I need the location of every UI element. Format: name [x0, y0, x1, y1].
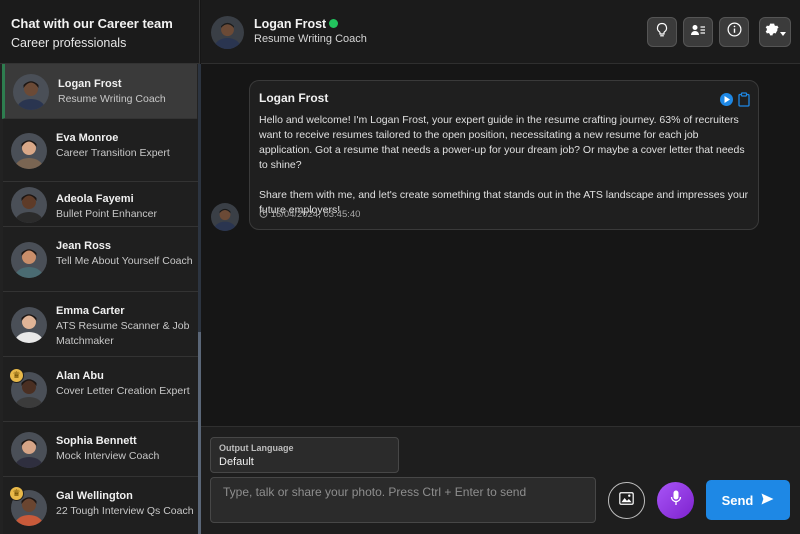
message-text: Hello and welcome! I'm Logan Frost, your…: [259, 113, 751, 218]
coach-list-item[interactable]: Jean Ross Tell Me About Yourself Coach: [3, 227, 198, 292]
info-icon: [727, 22, 742, 42]
chevron-down-icon: [780, 23, 786, 41]
coach-list-item[interactable]: Logan Frost Resume Writing Coach: [2, 64, 197, 119]
avatar: [11, 432, 47, 468]
sidebar-header: Chat with our Career team Career profess…: [0, 0, 199, 64]
chat-coach-role: Resume Writing Coach: [254, 33, 367, 45]
settings-menu-button[interactable]: [759, 17, 791, 47]
chat-header: Logan Frost Resume Writing Coach: [201, 0, 800, 64]
message-paragraph: Hello and welcome! I'm Logan Frost, your…: [259, 114, 745, 171]
coach-name: Sophia Bennett: [56, 435, 137, 447]
coach-name: Gal Wellington: [56, 490, 133, 502]
profile-button[interactable]: [683, 17, 713, 47]
clipboard-icon[interactable]: [738, 92, 750, 107]
coach-sidebar: Chat with our Career team Career profess…: [0, 0, 200, 534]
coach-list-item[interactable]: Adeola Fayemi Bullet Point Enhancer: [3, 182, 198, 227]
coach-role: Bullet Point Enhancer: [56, 208, 157, 220]
coach-name: Emma Carter: [56, 305, 125, 317]
message-bubble: Logan Frost Hello and welcome! I'm Logan…: [249, 80, 759, 230]
message-input[interactable]: [210, 477, 596, 523]
send-icon: [761, 492, 774, 508]
clock-icon: [259, 209, 268, 220]
coach-name: Adeola Fayemi: [56, 193, 134, 205]
crown-icon: ♛: [9, 368, 24, 383]
avatar: [11, 307, 47, 343]
avatar: [11, 187, 47, 223]
coach-role: ATS Resume Scanner & Job Matchmaker: [56, 320, 190, 347]
coach-list-item[interactable]: ♛ Alan Abu Cover Letter Creation Expert: [3, 357, 198, 422]
crown-icon: ♛: [9, 486, 24, 501]
timestamp-text: 16/04/2024, 03:45:40: [270, 209, 361, 220]
message-sender: Logan Frost: [259, 91, 329, 105]
coach-name: Jean Ross: [56, 240, 112, 252]
coach-role: Tell Me About Yourself Coach: [56, 255, 193, 267]
tips-button[interactable]: [647, 17, 677, 47]
coach-name: Eva Monroe: [56, 132, 119, 144]
coach-name: Alan Abu: [56, 370, 104, 382]
coach-role: Career Transition Expert: [56, 147, 170, 159]
output-language-value: Default: [219, 456, 254, 468]
lightbulb-icon: [655, 22, 669, 43]
coach-role: Resume Writing Coach: [58, 93, 166, 105]
microphone-icon: [670, 490, 682, 511]
sidebar-subtitle: Career professionals: [11, 36, 127, 50]
chat-coach-name: Logan Frost: [254, 17, 339, 31]
gear-icon: [764, 22, 779, 42]
avatar: [11, 133, 47, 169]
coach-list-item[interactable]: ♛ Gal Wellington 22 Tough Interview Qs Coa…: [3, 477, 198, 534]
output-language-label: Output Language: [219, 443, 294, 453]
coach-name: Logan Frost: [58, 78, 122, 90]
send-label: Send: [721, 492, 754, 508]
send-button[interactable]: Send: [706, 480, 790, 520]
coach-list-item[interactable]: Emma Carter ATS Resume Scanner & Job Matc…: [3, 292, 198, 357]
image-icon: [619, 491, 634, 510]
info-button[interactable]: [719, 17, 749, 47]
online-status-dot: [329, 19, 339, 28]
sidebar-title: Chat with our Career team: [11, 16, 173, 31]
avatar: [211, 16, 244, 49]
voice-input-button[interactable]: [657, 482, 694, 519]
message-timestamp: 16/04/2024, 03:45:40: [259, 209, 360, 220]
avatar: [13, 74, 49, 110]
composer: Output Language Default Send: [201, 426, 800, 534]
avatar: [211, 203, 239, 231]
coach-role: 22 Tough Interview Qs Coach: [56, 505, 194, 517]
coach-list-item[interactable]: Sophia Bennett Mock Interview Coach: [3, 422, 198, 477]
coach-list: Logan Frost Resume Writing Coach Eva Monro…: [0, 64, 198, 534]
coach-role: Cover Letter Creation Expert: [56, 385, 190, 397]
coach-role: Mock Interview Coach: [56, 450, 160, 462]
contact-card-icon: [690, 23, 706, 42]
coach-list-item[interactable]: Eva Monroe Career Transition Expert: [3, 119, 198, 182]
play-audio-icon[interactable]: [720, 93, 733, 106]
upload-image-button[interactable]: [608, 482, 645, 519]
avatar: [11, 242, 47, 278]
output-language-select[interactable]: Output Language Default: [210, 437, 399, 473]
chat-area: Logan Frost Hello and welcome! I'm Logan…: [201, 64, 800, 426]
